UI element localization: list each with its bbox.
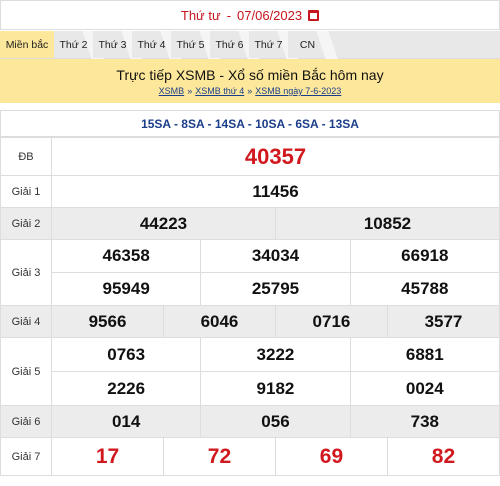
table-row-g6: Giải 6 014 056 738 bbox=[0, 405, 500, 438]
special-prize-number: 40357 bbox=[51, 137, 500, 176]
table-row-g5b: 2226 9182 0024 bbox=[1, 371, 500, 406]
table-row-g3b: 95949 25795 45788 bbox=[1, 272, 500, 306]
tab-thu-2[interactable]: Thứ 2 bbox=[54, 31, 93, 58]
date-label: 07/06/2023 bbox=[237, 7, 303, 23]
prize-number: 0763 bbox=[50, 337, 202, 372]
tab-thu-5[interactable]: Thứ 5 bbox=[171, 31, 210, 58]
breadcrumb: XSMB» XSMB thứ 4» XSMB ngày 7-6-2023 bbox=[0, 86, 500, 96]
prize-number: 25795 bbox=[200, 272, 351, 306]
tab-thu-3[interactable]: Thứ 3 bbox=[93, 31, 132, 58]
prize-number: 95949 bbox=[50, 272, 202, 306]
prize-number: 46358 bbox=[50, 239, 202, 273]
prize-label: Giải 6 bbox=[0, 405, 52, 438]
prize-number: 17 bbox=[51, 437, 164, 476]
prize-number: 3222 bbox=[200, 337, 351, 372]
tab-thu-6[interactable]: Thứ 6 bbox=[210, 31, 249, 58]
tab-thu-7[interactable]: Thứ 7 bbox=[249, 31, 288, 58]
page-title: Trực tiếp XSMB - Xổ số miền Bắc hôm nay bbox=[116, 67, 384, 83]
tab-cn[interactable]: CN bbox=[288, 31, 327, 58]
prize-number: 056 bbox=[200, 405, 351, 438]
prize-number: 82 bbox=[386, 437, 500, 476]
date-separator: - bbox=[226, 7, 232, 23]
date-bar[interactable]: Thứ tư - 07/06/2023 bbox=[0, 0, 500, 30]
prize-number: 72 bbox=[162, 437, 276, 476]
prize-label: Giải 5 bbox=[0, 337, 52, 406]
table-row-g3a: Giải 3 46358 34034 66918 bbox=[0, 239, 500, 306]
prize-number: 738 bbox=[349, 405, 500, 438]
tab-thu-4[interactable]: Thứ 4 bbox=[132, 31, 171, 58]
breadcrumb-separator: » bbox=[187, 86, 193, 96]
breadcrumb-separator: » bbox=[247, 86, 253, 96]
breadcrumb-xsmb-date[interactable]: XSMB ngày 7-6-2023 bbox=[255, 86, 341, 96]
prize-number: 45788 bbox=[349, 272, 500, 306]
day-label: Thứ tư bbox=[180, 7, 221, 23]
prize-label: Giải 7 bbox=[0, 437, 52, 476]
prize-number: 44223 bbox=[51, 207, 276, 240]
prize-number: 6881 bbox=[349, 337, 500, 372]
prize-number: 0024 bbox=[349, 371, 500, 406]
tab-mien-bac[interactable]: Miền bắc bbox=[0, 31, 54, 58]
result-banner: Trực tiếp XSMB - Xổ số miền Bắc hôm nay … bbox=[0, 59, 500, 103]
weekday-tabs: Miền bắc Thứ 2 Thứ 3 Thứ 4 Thứ 5 Thứ 6 T… bbox=[0, 31, 500, 59]
table-row-g5a: Giải 5 0763 3222 6881 bbox=[0, 337, 500, 406]
table-row-g1: Giải 1 11456 bbox=[0, 175, 500, 208]
table-row-g7: Giải 7 17 72 69 82 bbox=[0, 437, 500, 476]
breadcrumb-xsmb[interactable]: XSMB bbox=[159, 86, 185, 96]
prize-number: 014 bbox=[50, 405, 202, 438]
prize-number: 0716 bbox=[274, 305, 388, 338]
breadcrumb-xsmb-thu-4[interactable]: XSMB thứ 4 bbox=[195, 86, 244, 96]
prize-label: ĐB bbox=[0, 137, 52, 176]
table-row-g2: Giải 2 44223 10852 bbox=[0, 207, 500, 240]
prize-number: 66918 bbox=[349, 239, 500, 273]
prize-number: 9566 bbox=[51, 305, 164, 338]
ticket-codes: 15SA - 8SA - 14SA - 10SA - 6SA - 13SA bbox=[0, 110, 500, 137]
table-row-db: ĐB 40357 bbox=[0, 137, 500, 176]
table-row-g4: Giải 4 9566 6046 0716 3577 bbox=[0, 305, 500, 338]
prize-label: Giải 2 bbox=[0, 207, 52, 240]
prize-number: 2226 bbox=[50, 371, 202, 406]
prize-number: 11456 bbox=[51, 175, 500, 208]
calendar-icon[interactable] bbox=[308, 9, 320, 21]
prize-number: 69 bbox=[274, 437, 388, 476]
prize-number: 34034 bbox=[200, 239, 351, 273]
prize-label: Giải 4 bbox=[0, 305, 52, 338]
prize-label: Giải 3 bbox=[0, 239, 52, 306]
prize-number: 9182 bbox=[200, 371, 351, 406]
prize-number: 3577 bbox=[386, 305, 500, 338]
prize-label: Giải 1 bbox=[0, 175, 52, 208]
results-table: ĐB 40357 Giải 1 11456 Giải 2 44223 10852… bbox=[0, 137, 500, 476]
prize-number: 10852 bbox=[274, 207, 500, 240]
prize-number: 6046 bbox=[162, 305, 276, 338]
